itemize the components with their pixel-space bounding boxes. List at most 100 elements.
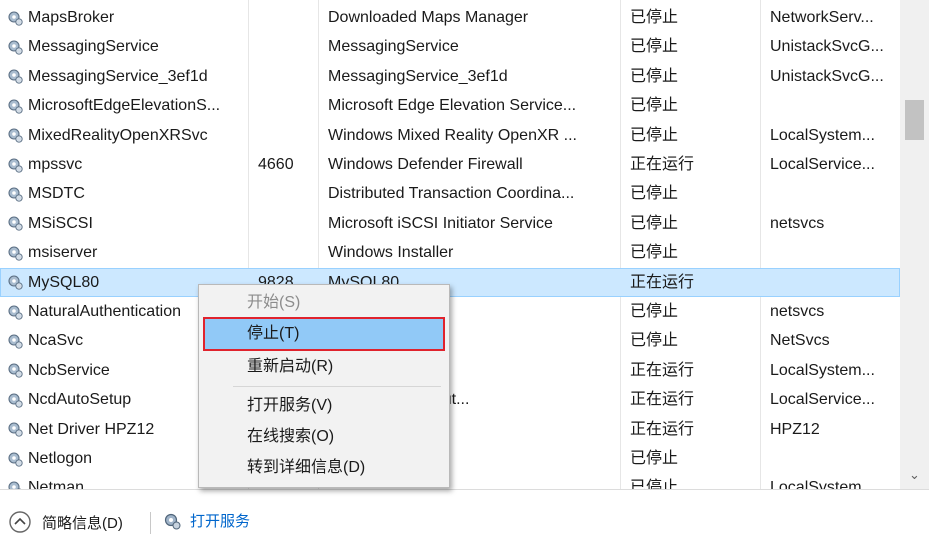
service-description: Downloaded Maps Manager xyxy=(328,3,618,32)
service-group: NetworkServ... xyxy=(770,3,898,32)
service-status: 正在运行 xyxy=(630,385,760,414)
service-status: 已停止 xyxy=(630,3,760,32)
service-name-text: NaturalAuthentication xyxy=(28,297,181,326)
service-gear-icon xyxy=(6,214,24,232)
service-gear-icon xyxy=(6,391,24,409)
table-row[interactable]: NaturalAuthentication 已停止 netsvcs xyxy=(0,297,900,326)
service-gear-icon xyxy=(6,450,24,468)
menu-item-stop[interactable]: 停止(T) xyxy=(203,317,445,351)
menu-item-restart[interactable]: 重新启动(R) xyxy=(203,351,445,383)
table-row[interactable]: Netlogon 已停止 xyxy=(0,444,900,473)
service-name-text: Netlogon xyxy=(28,444,92,473)
service-status: 正在运行 xyxy=(630,415,760,444)
service-group: LocalService... xyxy=(770,385,898,414)
service-name-text: MySQL80 xyxy=(28,268,99,297)
service-name-text: MicrosoftEdgeElevationS... xyxy=(28,91,220,120)
service-description: Distributed Transaction Coordina... xyxy=(328,179,618,208)
table-row[interactable]: mpssvc4660Windows Defender Firewall正在运行L… xyxy=(0,150,900,179)
service-name-text: Netman xyxy=(28,473,84,489)
service-status: 已停止 xyxy=(630,179,760,208)
service-name: MessagingService xyxy=(6,32,244,61)
service-name-text: MSDTC xyxy=(28,179,85,208)
table-row[interactable]: NcdAutoSetupected Devices Aut...正在运行Loca… xyxy=(0,385,900,414)
fewer-details-button[interactable]: 简略信息(D) xyxy=(8,510,123,534)
table-row[interactable]: Net Driver HPZ1212正在运行HPZ12 xyxy=(0,415,900,444)
table-row[interactable]: MessagingServiceMessagingService已停止Unist… xyxy=(0,32,900,61)
menu-item-start-label: 开始(S) xyxy=(247,287,300,319)
service-description: MessagingService xyxy=(328,32,618,61)
table-row[interactable]: MessagingService_3ef1dMessagingService_3… xyxy=(0,62,900,91)
service-name-text: MapsBroker xyxy=(28,3,114,32)
service-group: netsvcs xyxy=(770,209,898,238)
service-description: Microsoft iSCSI Initiator Service xyxy=(328,209,618,238)
service-name-text: MessagingService_3ef1d xyxy=(28,62,208,91)
service-description: Microsoft Edge Elevation Service... xyxy=(328,91,618,120)
service-name: MSDTC xyxy=(6,179,244,208)
table-row[interactable]: MSiSCSI Microsoft iSCSI Initiator Service… xyxy=(0,209,900,238)
service-gear-icon xyxy=(6,126,24,144)
service-description: Windows Defender Firewall xyxy=(328,150,618,179)
table-row[interactable]: MSDTC Distributed Transaction Coordina...… xyxy=(0,179,900,208)
menu-item-open-services[interactable]: 打开服务(V) xyxy=(203,390,445,422)
service-name: MessagingService_3ef1d xyxy=(6,62,244,91)
table-row[interactable]: msiserver Windows Installer 已停止 xyxy=(0,238,900,267)
service-name-text: mpssvc xyxy=(28,150,82,179)
footer-separator xyxy=(150,512,151,534)
scroll-down-arrow-icon[interactable]: ⌄ xyxy=(905,464,924,486)
service-gear-icon xyxy=(6,332,24,350)
chevron-up-circle-icon xyxy=(8,510,32,534)
service-name-text: MSiSCSI xyxy=(28,209,93,238)
menu-item-restart-label: 重新启动(R) xyxy=(247,351,333,383)
open-services-link[interactable]: 打开服务 xyxy=(162,510,250,531)
service-name: msiserver xyxy=(6,238,244,267)
service-status: 已停止 xyxy=(630,444,760,473)
menu-item-start: 开始(S) xyxy=(203,287,445,319)
service-gear-icon xyxy=(6,38,24,56)
service-status: 正在运行 xyxy=(630,268,760,297)
table-row[interactable]: NcaSvcectivity Assistant已停止NetSvcs xyxy=(0,326,900,355)
service-name: MapsBroker xyxy=(6,3,244,32)
service-gear-icon xyxy=(6,156,24,174)
scroll-thumb[interactable] xyxy=(905,100,924,140)
service-gear-icon xyxy=(6,244,24,262)
service-status: 已停止 xyxy=(630,473,760,489)
service-name-text: NcdAutoSetup xyxy=(28,385,131,414)
service-name: MicrosoftEdgeElevationS... xyxy=(6,91,244,120)
service-name-text: MixedRealityOpenXRSvc xyxy=(28,121,208,150)
service-name-text: NcbService xyxy=(28,356,110,385)
service-pid: 4660 xyxy=(258,150,318,179)
table-row[interactable]: NcbServiceection Broker正在运行LocalSystem..… xyxy=(0,356,900,385)
table-row[interactable]: MySQL809828MySQL80正在运行 xyxy=(0,268,900,297)
table-row[interactable]: MicrosoftEdgeElevationS... Microsoft Edge… xyxy=(0,91,900,120)
service-group: HPZ12 xyxy=(770,415,898,444)
service-gear-icon xyxy=(6,273,24,291)
menu-item-open-services-label: 打开服务(V) xyxy=(247,390,332,422)
table-row[interactable]: MapsBroker Downloaded Maps Manager 已停止 Netw… xyxy=(0,3,900,32)
service-description: Windows Installer xyxy=(328,238,618,267)
service-status: 已停止 xyxy=(630,62,760,91)
service-gear-icon xyxy=(6,185,24,203)
service-group: UnistackSvcG... xyxy=(770,62,898,91)
service-status: 已停止 xyxy=(630,297,760,326)
services-list: MapsBroker Downloaded Maps Manager 已停止 Netw… xyxy=(0,0,900,489)
service-status: 已停止 xyxy=(630,91,760,120)
services-gear-icon xyxy=(162,511,182,531)
service-group: netsvcs xyxy=(770,297,898,326)
footer-bar: 简略信息(D) 打开服务 xyxy=(0,489,929,558)
service-status: 正在运行 xyxy=(630,150,760,179)
service-gear-icon xyxy=(6,303,24,321)
service-description: Windows Mixed Reality OpenXR ... xyxy=(328,121,618,150)
menu-item-search-online[interactable]: 在线搜索(O) xyxy=(203,421,445,453)
service-name-text: Net Driver HPZ12 xyxy=(28,415,154,444)
service-group: UnistackSvcG... xyxy=(770,32,898,61)
table-row[interactable]: Netman已停止LocalSystem xyxy=(0,473,900,489)
service-gear-icon xyxy=(6,361,24,379)
menu-item-go-to-details-label: 转到详细信息(D) xyxy=(247,452,365,484)
service-group: NetSvcs xyxy=(770,326,898,355)
menu-item-go-to-details[interactable]: 转到详细信息(D) xyxy=(203,452,445,484)
service-gear-icon xyxy=(6,9,24,27)
service-status: 已停止 xyxy=(630,238,760,267)
service-group: LocalSystem... xyxy=(770,121,898,150)
table-row[interactable]: MixedRealityOpenXRSvc Windows Mixed Reali… xyxy=(0,121,900,150)
vertical-scrollbar[interactable]: ⌄ xyxy=(900,0,929,489)
